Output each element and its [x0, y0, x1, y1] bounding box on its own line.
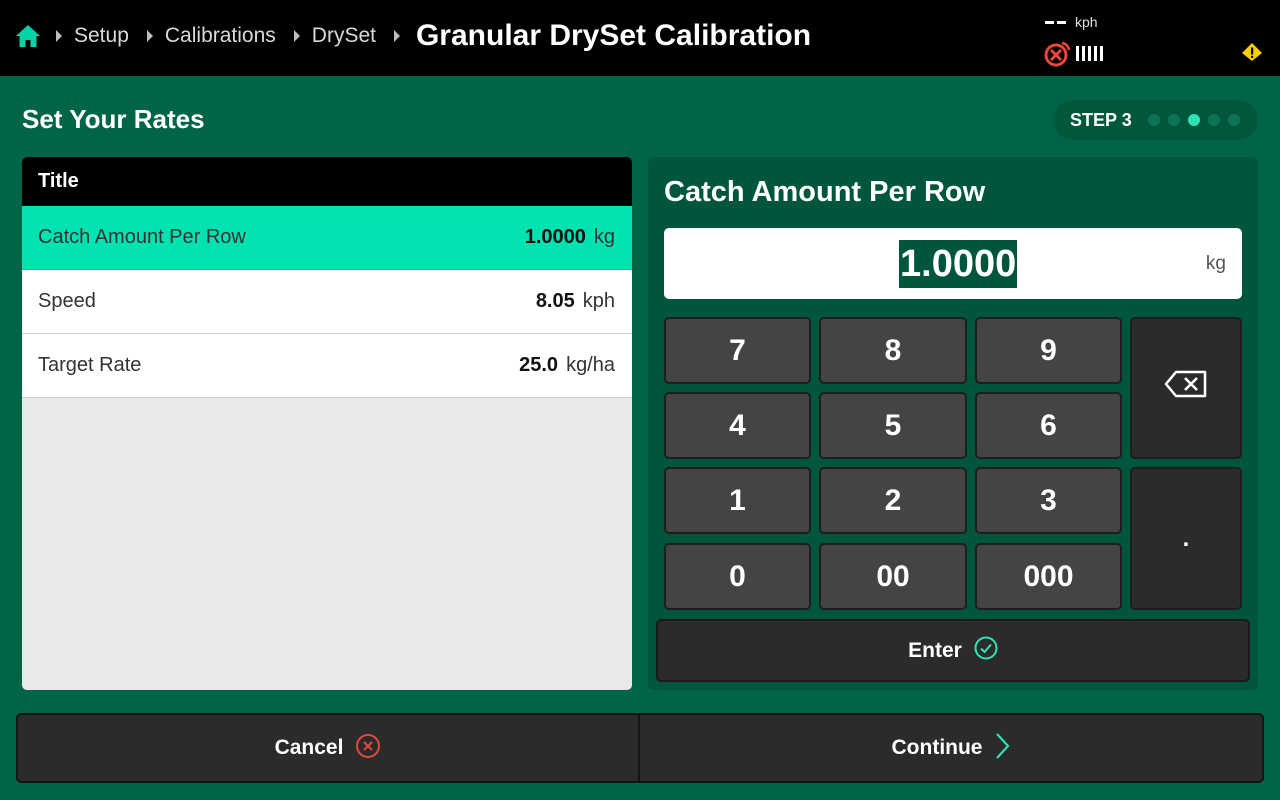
page-title: Granular DrySet Calibration: [415, 19, 812, 52]
chevron-right-icon: [994, 732, 1010, 765]
step-dot-active: [1187, 114, 1200, 126]
row-value: 8.05: [535, 290, 575, 312]
breadcrumb-separator-icon: [393, 30, 400, 42]
step-label: STEP 3: [1070, 109, 1132, 130]
signal-bars-icon: [1076, 46, 1106, 61]
breadcrumb-separator-icon: [146, 30, 153, 42]
key-decimal[interactable]: .: [1130, 467, 1242, 610]
enter-button[interactable]: Enter: [656, 619, 1250, 682]
row-value: 1.0000: [524, 226, 586, 248]
backspace-icon: [1164, 370, 1208, 406]
top-bar: Setup Calibrations DrySet Granular DrySe…: [0, 0, 1280, 76]
home-icon[interactable]: [14, 23, 42, 49]
rates-table: Title Catch Amount Per Row 1.0000 kg Spe…: [22, 157, 632, 690]
key-5[interactable]: 5: [819, 392, 967, 459]
value-input[interactable]: 1.0000 kg: [664, 228, 1242, 299]
table-header: Title: [22, 157, 632, 206]
value-unit: kg: [1205, 253, 1226, 274]
cancel-button[interactable]: Cancel: [16, 713, 640, 783]
key-0[interactable]: 0: [664, 543, 811, 610]
cancel-circle-icon: [355, 733, 381, 764]
key-6[interactable]: 6: [975, 392, 1122, 459]
check-circle-icon: [974, 636, 998, 665]
row-unit: kg/ha: [566, 354, 615, 376]
key-7[interactable]: 7: [664, 317, 811, 384]
row-value-group: 1.0000 kg: [525, 226, 615, 249]
table-row-target-rate[interactable]: Target Rate 25.0 kg/ha: [22, 334, 632, 398]
key-8[interactable]: 8: [819, 317, 967, 384]
key-1[interactable]: 1: [664, 467, 811, 534]
speed-dash: [1057, 20, 1066, 24]
row-label: Speed: [38, 290, 96, 312]
continue-button[interactable]: Continue: [638, 713, 1264, 783]
continue-label: Continue: [891, 736, 983, 759]
speed-readout: kph: [1045, 14, 1098, 30]
row-value-group: 8.05 kph: [536, 290, 615, 313]
value-text: 1.0000: [899, 240, 1018, 288]
row-unit: kg: [593, 226, 615, 248]
enter-label: Enter: [908, 638, 962, 662]
row-label: Catch Amount Per Row: [38, 226, 246, 248]
keypad-title: Catch Amount Per Row: [664, 176, 986, 208]
row-label: Target Rate: [38, 354, 142, 376]
row-value: 25.0: [519, 354, 559, 376]
speed-unit: kph: [1075, 14, 1098, 30]
table-row-speed[interactable]: Speed 8.05 kph: [22, 270, 632, 334]
key-00[interactable]: 00: [819, 543, 967, 610]
breadcrumb-calibrations[interactable]: Calibrations: [165, 24, 276, 48]
section-title: Set Your Rates: [22, 104, 205, 134]
key-9[interactable]: 9: [975, 317, 1122, 384]
row-value-group: 25.0 kg/ha: [519, 354, 615, 377]
step-indicator: STEP 3: [1053, 100, 1258, 140]
row-unit: kph: [582, 290, 615, 312]
keypad-panel: Catch Amount Per Row 1.0000 kg 7 8 9 4 5…: [648, 157, 1258, 690]
breadcrumb-separator-icon: [56, 30, 62, 42]
cancel-label: Cancel: [274, 736, 344, 759]
step-dot: [1207, 114, 1220, 126]
breadcrumb-separator-icon: [293, 30, 300, 42]
key-4[interactable]: 4: [664, 392, 811, 459]
speed-dash: [1045, 20, 1054, 24]
key-2[interactable]: 2: [819, 467, 967, 534]
step-dot: [1147, 114, 1160, 126]
breadcrumb-dryset[interactable]: DrySet: [312, 24, 376, 48]
key-3[interactable]: 3: [975, 467, 1122, 534]
breadcrumb-setup[interactable]: Setup: [74, 24, 129, 48]
step-dot: [1227, 114, 1240, 126]
table-row-catch-amount[interactable]: Catch Amount Per Row 1.0000 kg: [22, 206, 632, 270]
gps-signal-lost-icon: [1043, 40, 1071, 73]
warning-icon[interactable]: [1241, 42, 1263, 67]
breadcrumb: Setup Calibrations DrySet Granular DrySe…: [14, 0, 811, 72]
key-000[interactable]: 000: [975, 543, 1122, 610]
backspace-button[interactable]: [1130, 317, 1242, 459]
step-dot: [1167, 114, 1180, 126]
